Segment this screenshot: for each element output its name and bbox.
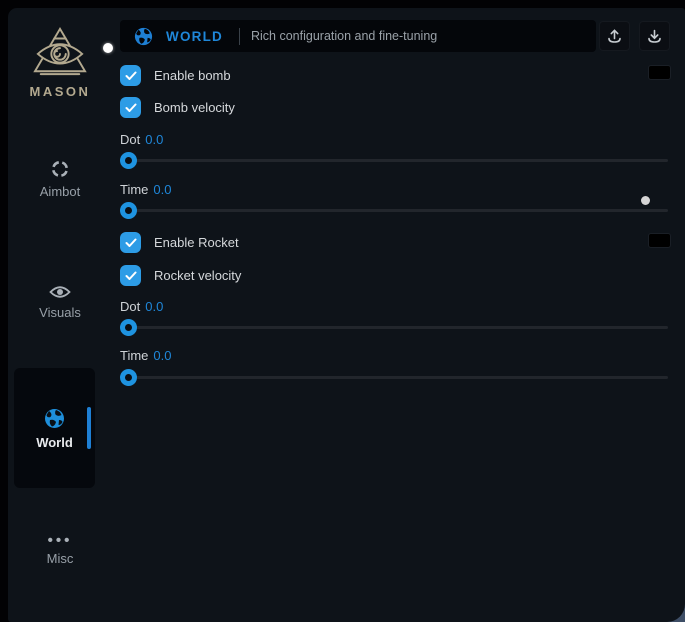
checkmark-icon (125, 103, 137, 113)
sidebar-item-label: Visuals (39, 305, 81, 320)
checkbox-row-bomb-velocity: Bomb velocity (120, 97, 235, 118)
checkmark-icon (125, 238, 137, 248)
slider-label-bomb-dot: Dot 0.0 (120, 132, 163, 147)
slider-value: 0.0 (145, 132, 163, 147)
mason-menu-window: MASON Aimbot Visuals (8, 8, 685, 622)
sidebar: MASON Aimbot Visuals (8, 8, 112, 622)
eye-icon (49, 284, 71, 300)
sidebar-item-aimbot[interactable]: Aimbot (8, 159, 112, 201)
bomb-dot-slider-track[interactable] (120, 159, 668, 162)
app-logo: MASON (8, 26, 112, 99)
upload-config-button[interactable] (599, 21, 630, 51)
enable-rocket-checkbox[interactable] (120, 232, 141, 253)
rocket-time-slider-knob[interactable] (120, 369, 137, 386)
upload-icon (606, 28, 623, 45)
bomb-time-slider-track[interactable] (120, 209, 668, 212)
slider-label-rocket-time: Time 0.0 (120, 348, 171, 363)
slider-name: Dot (120, 132, 140, 147)
cursor-dot (103, 43, 113, 53)
rocket-dot-slider-track[interactable] (120, 326, 668, 329)
bomb-velocity-checkbox[interactable] (120, 97, 141, 118)
sidebar-item-label: Aimbot (40, 184, 80, 199)
rocket-velocity-checkbox[interactable] (120, 265, 141, 286)
slider-name: Time (120, 348, 148, 363)
bomb-color-swatch[interactable] (648, 65, 671, 80)
ellipsis-icon: ••• (48, 537, 73, 545)
checkmark-icon (125, 71, 137, 81)
sidebar-item-label: Misc (8, 551, 112, 566)
checkbox-row-enable-bomb: Enable bomb (120, 65, 231, 86)
slider-label-rocket-dot: Dot 0.0 (120, 299, 163, 314)
download-config-button[interactable] (639, 21, 670, 51)
rocket-color-swatch[interactable] (648, 233, 671, 248)
rocket-dot-slider-knob[interactable] (120, 319, 137, 336)
checkbox-row-rocket-velocity: Rocket velocity (120, 265, 241, 286)
sidebar-item-misc[interactable]: ••• Misc (8, 532, 112, 566)
page-title: WORLD (166, 29, 223, 44)
sidebar-item-visuals[interactable]: Visuals (8, 284, 112, 322)
crosshair-icon (50, 159, 70, 179)
bomb-dot-slider-knob[interactable] (120, 152, 137, 169)
active-tab-indicator (87, 407, 91, 449)
slider-label-bomb-time: Time 0.0 (120, 182, 171, 197)
slider-value: 0.0 (153, 182, 171, 197)
slider-name: Dot (120, 299, 140, 314)
checkbox-label: Rocket velocity (154, 268, 241, 283)
checkbox-label: Enable Rocket (154, 235, 239, 250)
masonic-eye-pyramid-icon (31, 26, 89, 78)
particle-dot (641, 196, 650, 205)
globe-icon (134, 27, 153, 46)
slider-value: 0.0 (145, 299, 163, 314)
bomb-time-slider-knob[interactable] (120, 202, 137, 219)
enable-bomb-checkbox[interactable] (120, 65, 141, 86)
download-icon (646, 28, 663, 45)
header-divider (239, 28, 240, 45)
page-subtitle: Rich configuration and fine-tuning (251, 29, 437, 43)
app-logo-text: MASON (8, 84, 112, 99)
checkbox-row-enable-rocket: Enable Rocket (120, 232, 239, 253)
checkbox-label: Bomb velocity (154, 100, 235, 115)
slider-value: 0.0 (153, 348, 171, 363)
sidebar-item-world[interactable]: World (14, 368, 95, 488)
screen: MASON Aimbot Visuals (0, 0, 685, 622)
sidebar-item-label: World (36, 435, 73, 450)
checkbox-label: Enable bomb (154, 68, 231, 83)
slider-name: Time (120, 182, 148, 197)
page-header: WORLD Rich configuration and fine-tuning (120, 20, 596, 52)
globe-icon (44, 408, 65, 429)
rocket-time-slider-track[interactable] (120, 376, 668, 379)
checkmark-icon (125, 271, 137, 281)
